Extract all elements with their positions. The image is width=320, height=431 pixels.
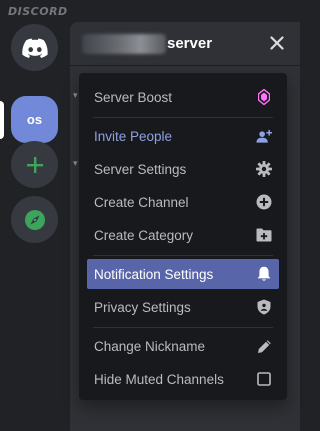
menu-item-invite-people[interactable]: Invite People (87, 121, 279, 151)
bell-icon (256, 266, 272, 282)
discord-wordmark: DISCORD (8, 5, 68, 18)
menu-separator (93, 255, 273, 256)
menu-item-create-category[interactable]: Create Category (87, 220, 279, 250)
menu-item-label: Server Settings (94, 161, 187, 177)
redacted-server-name (82, 34, 166, 54)
plus-icon (26, 156, 43, 173)
server-name: server (167, 35, 213, 52)
home-button[interactable] (11, 24, 58, 71)
discord-logo-icon (21, 38, 48, 58)
menu-item-label: Server Boost (94, 89, 173, 105)
server-initials: os (26, 112, 43, 127)
menu-item-label: Invite People (94, 128, 173, 144)
category-chevron-icon[interactable]: ▾ (73, 90, 78, 101)
gear-icon (256, 161, 272, 177)
menu-item-label: Hide Muted Channels (94, 371, 224, 387)
menu-item-label: Change Nickname (94, 338, 206, 354)
menu-item-server-boost[interactable]: Server Boost (87, 82, 279, 112)
server-header[interactable]: server (70, 22, 300, 66)
explore-servers-button[interactable] (11, 196, 58, 243)
menu-item-privacy-settings[interactable]: Privacy Settings (87, 292, 279, 322)
server-rail: DISCORD os (0, 0, 70, 431)
boost-gem-icon (256, 89, 272, 105)
menu-item-label: Notification Settings (94, 266, 214, 282)
checkbox-icon[interactable] (256, 371, 272, 387)
menu-separator (93, 117, 273, 118)
plus-circle-icon (256, 194, 272, 210)
menu-item-create-channel[interactable]: Create Channel (87, 187, 279, 217)
add-person-icon (256, 128, 272, 144)
menu-separator (93, 327, 273, 328)
menu-item-label: Privacy Settings (94, 299, 191, 315)
menu-item-notification-settings[interactable]: Notification Settings (87, 259, 279, 289)
add-server-button[interactable] (11, 141, 58, 188)
menu-item-server-settings[interactable]: Server Settings (87, 154, 279, 184)
server-button[interactable]: os (11, 96, 58, 143)
menu-item-hide-muted-channels[interactable]: Hide Muted Channels (87, 364, 279, 394)
folder-plus-icon (256, 227, 272, 243)
menu-item-label: Create Category (94, 227, 194, 243)
pencil-icon (256, 338, 272, 354)
selected-server-indicator (0, 101, 4, 139)
server-dropdown-menu: Server Boost Invite People Server Settin… (79, 73, 287, 400)
close-icon[interactable] (268, 34, 286, 52)
category-chevron-icon[interactable]: ▾ (73, 158, 78, 169)
menu-item-label: Create Channel (94, 194, 189, 210)
compass-icon (24, 209, 45, 230)
shield-icon (256, 299, 272, 315)
menu-item-change-nickname[interactable]: Change Nickname (87, 331, 279, 361)
